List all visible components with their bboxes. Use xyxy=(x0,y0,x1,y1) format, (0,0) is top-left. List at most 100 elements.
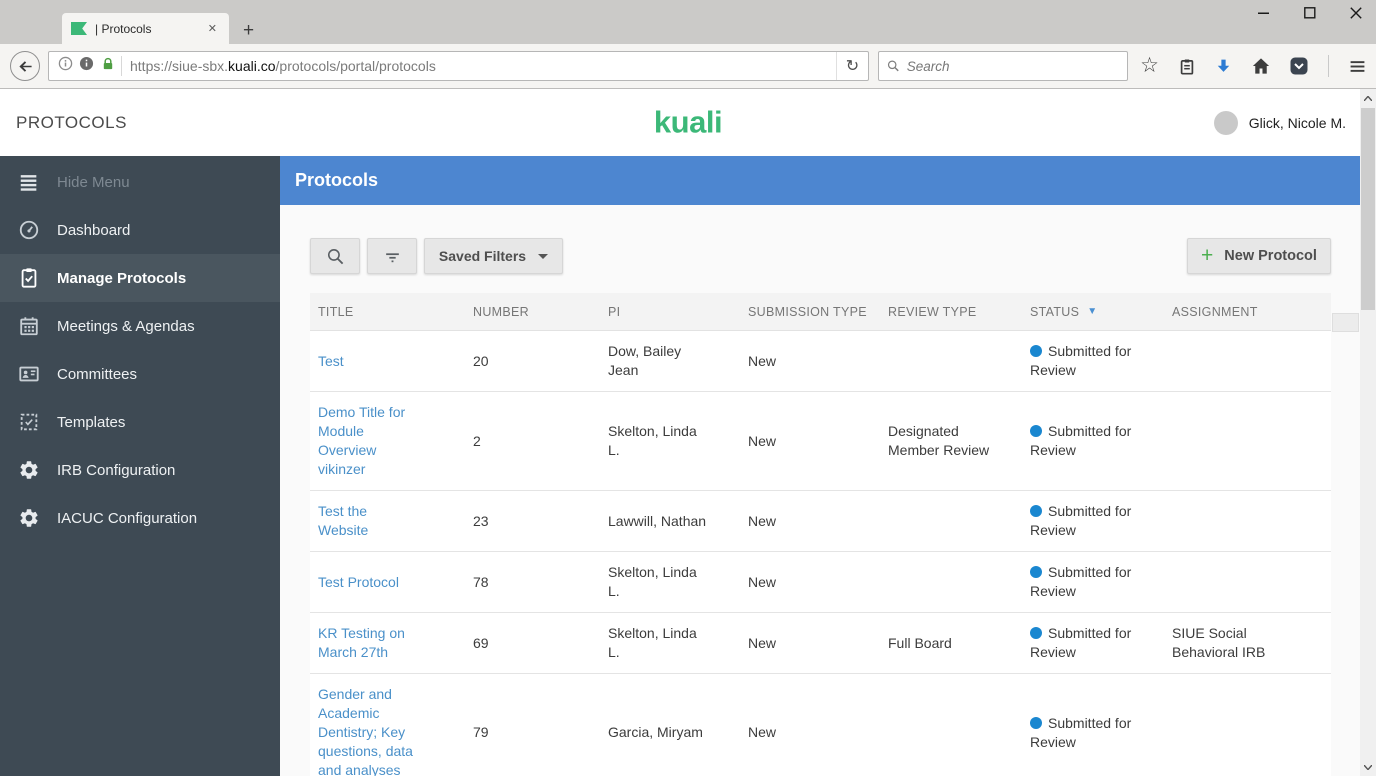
table-row: Test Protocol 78 Skelton, Linda L. New S… xyxy=(310,552,1331,613)
sidebar-item-committees[interactable]: Committees xyxy=(0,350,280,398)
lock-icon[interactable] xyxy=(101,57,115,76)
status-dot-icon xyxy=(1030,566,1042,578)
tab-title: | Protocols xyxy=(95,21,152,36)
status-text: Submitted for Review xyxy=(1030,503,1132,538)
sidebar-item-templates[interactable]: Templates xyxy=(0,398,280,446)
sort-desc-icon: ▼ xyxy=(1087,305,1098,317)
protocol-link[interactable]: Test Protocol xyxy=(318,573,399,592)
downloads-icon[interactable] xyxy=(1215,58,1232,75)
cell-pi: Dow, Bailey Jean xyxy=(608,343,682,378)
permissions-icon[interactable] xyxy=(79,56,94,76)
id-card-icon xyxy=(18,363,40,385)
main-panel: Protocols Saved Filters + New Protocol T… xyxy=(280,156,1376,776)
table-options-button[interactable] xyxy=(1332,313,1359,332)
minimize-icon[interactable] xyxy=(1258,7,1270,19)
divider xyxy=(1328,55,1329,77)
cell-number: 20 xyxy=(473,352,489,369)
protocol-link[interactable]: Gender and Academic Dentistry; Key quest… xyxy=(318,685,416,776)
status-dot-icon xyxy=(1030,505,1042,517)
cell-pi: Skelton, Linda L. xyxy=(608,423,697,458)
cell-review-type: Full Board xyxy=(888,634,952,651)
toolbar: Saved Filters + New Protocol xyxy=(310,238,1331,274)
sidebar-item-label: IACUC Configuration xyxy=(57,509,198,527)
calendar-icon xyxy=(18,315,40,337)
sidebar-item-hide-menu[interactable]: Hide Menu xyxy=(0,158,280,206)
sidebar-item-label: Manage Protocols xyxy=(57,269,187,287)
column-header-assignment[interactable]: ASSIGNMENT xyxy=(1164,305,1331,319)
column-header-status[interactable]: STATUS ▼ xyxy=(1022,305,1164,319)
column-header-review-type[interactable]: REVIEW TYPE xyxy=(880,305,1022,319)
plus-icon: + xyxy=(1201,243,1214,267)
status-dot-icon xyxy=(1030,345,1042,357)
protocol-link[interactable]: KR Testing on March 27th xyxy=(318,624,416,662)
close-icon[interactable] xyxy=(1350,7,1362,19)
scroll-down-icon[interactable] xyxy=(1360,760,1376,774)
menu-hamburger-icon[interactable] xyxy=(1349,58,1366,75)
url-prefix: https://siue-sbx. xyxy=(130,58,229,74)
table-header-row: TITLE NUMBER PI SUBMISSION TYPE REVIEW T… xyxy=(310,293,1331,331)
status-text: Submitted for Review xyxy=(1030,564,1132,599)
cell-pi: Skelton, Linda L. xyxy=(608,564,697,599)
pocket-icon[interactable] xyxy=(1290,57,1308,75)
page-viewport: PROTOCOLS kuali Glick, Nicole M. Hide Me… xyxy=(0,89,1376,776)
gear-icon xyxy=(18,507,40,529)
sidebar-item-iacuc-configuration[interactable]: IACUC Configuration xyxy=(0,494,280,542)
sidebar-item-label: Dashboard xyxy=(57,221,131,239)
sidebar-item-meetings-agendas[interactable]: Meetings & Agendas xyxy=(0,302,280,350)
new-protocol-button[interactable]: + New Protocol xyxy=(1187,238,1331,274)
user-menu[interactable]: Glick, Nicole M. xyxy=(1213,110,1346,135)
browser-search-input[interactable] xyxy=(906,58,1120,74)
chevron-down-icon xyxy=(538,253,549,259)
search-button[interactable] xyxy=(310,238,360,274)
cell-number: 78 xyxy=(473,573,489,590)
address-bar[interactable]: https://siue-sbx.kuali.co/protocols/port… xyxy=(48,51,869,81)
back-button[interactable] xyxy=(10,51,40,81)
cell-title: Gender and Academic Dentistry; Key quest… xyxy=(310,685,465,776)
url-text[interactable]: https://siue-sbx.kuali.co/protocols/port… xyxy=(130,58,836,74)
app-header: PROTOCOLS kuali Glick, Nicole M. xyxy=(0,89,1376,156)
column-header-pi[interactable]: PI xyxy=(600,305,740,319)
url-domain: kuali.co xyxy=(228,58,276,74)
hamburger-icon xyxy=(18,171,40,193)
column-header-submission-type[interactable]: SUBMISSION TYPE xyxy=(740,305,880,319)
cell-number: 79 xyxy=(473,724,489,740)
status-text: Submitted for Review xyxy=(1030,343,1132,378)
cell-pi: Garcia, Miryam xyxy=(608,724,703,740)
status-dot-icon xyxy=(1030,627,1042,639)
reload-icon[interactable]: ↻ xyxy=(835,52,868,80)
reading-list-icon[interactable] xyxy=(1179,58,1195,75)
sidebar-item-label: Templates xyxy=(57,413,126,431)
tab-close-icon[interactable]: ✕ xyxy=(205,20,220,37)
scrollbar-thumb[interactable] xyxy=(1361,108,1375,310)
cell-assignment: SIUE Social Behavioral IRB xyxy=(1172,625,1266,660)
saved-filters-dropdown[interactable]: Saved Filters xyxy=(424,238,563,274)
status-text: Submitted for Review xyxy=(1030,714,1132,750)
column-header-number[interactable]: NUMBER xyxy=(465,305,600,319)
sidebar-item-irb-configuration[interactable]: IRB Configuration xyxy=(0,446,280,494)
sidebar-item-manage-protocols[interactable]: Manage Protocols xyxy=(0,254,280,302)
sidebar-item-dashboard[interactable]: Dashboard xyxy=(0,206,280,254)
cell-status: Submitted for Review xyxy=(1022,502,1134,540)
new-tab-button[interactable]: + xyxy=(243,21,254,40)
protocol-link[interactable]: Demo Title for Module Overview vikinzer xyxy=(318,403,416,479)
cell-number: 2 xyxy=(473,432,481,449)
browser-tab[interactable]: | Protocols ✕ xyxy=(62,13,229,44)
sidebar-item-label: IRB Configuration xyxy=(57,461,176,479)
home-icon[interactable] xyxy=(1252,57,1270,75)
protocol-link[interactable]: Test the Website xyxy=(318,502,416,540)
table-row: Test 20 Dow, Bailey Jean New Submitted f… xyxy=(310,331,1331,392)
protocol-link[interactable]: Test xyxy=(318,352,344,371)
cell-status: Submitted for Review xyxy=(1022,624,1134,662)
scroll-up-icon[interactable] xyxy=(1360,91,1376,105)
filter-button[interactable] xyxy=(367,238,417,274)
browser-search-box[interactable] xyxy=(877,51,1129,81)
column-header-title[interactable]: TITLE xyxy=(310,305,465,319)
cell-pi: Skelton, Linda L. xyxy=(608,625,697,660)
site-info-icon[interactable] xyxy=(58,56,73,76)
vertical-scrollbar[interactable] xyxy=(1360,89,1376,776)
cell-submission-type: New xyxy=(748,512,777,529)
status-text: Submitted for Review xyxy=(1030,423,1132,458)
bookmark-star-icon[interactable]: ☆ xyxy=(1140,55,1159,76)
maximize-icon[interactable] xyxy=(1304,7,1316,19)
gauge-icon xyxy=(18,219,40,241)
